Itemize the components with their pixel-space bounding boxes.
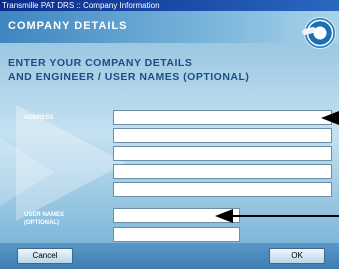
instruction-line-2: AND ENGINEER / USER NAMES (OPTIONAL) — [8, 71, 250, 83]
user-names-arrow-line — [232, 215, 339, 217]
header-banner: COMPANY DETAILS — [0, 11, 339, 43]
decorative-chevron — [16, 105, 126, 221]
life-ring-logo-icon — [304, 17, 336, 49]
cancel-button[interactable]: Cancel — [17, 248, 73, 264]
company-information-window: Transmille PAT DRS :: Company Informatio… — [0, 0, 339, 269]
window-titlebar[interactable]: Transmille PAT DRS :: Company Informatio… — [0, 0, 339, 11]
address-line-4-input[interactable] — [114, 169, 331, 182]
address-arrow-icon — [321, 111, 339, 125]
user-names-arrow-icon — [215, 209, 233, 223]
address-label: ADDRESS — [24, 115, 54, 121]
user-names-label-line-2: (OPTIONAL) — [24, 220, 59, 226]
user-name-2-field[interactable] — [113, 227, 240, 245]
address-line-2-input[interactable] — [114, 133, 331, 146]
instruction-line-1: ENTER YOUR COMPANY DETAILS — [8, 57, 193, 69]
address-line-2-field[interactable] — [113, 128, 332, 146]
address-line-3-input[interactable] — [114, 151, 331, 164]
address-line-5-field[interactable] — [113, 182, 332, 200]
window-title: Transmille PAT DRS :: Company Informatio… — [2, 1, 160, 10]
address-line-1-field[interactable] — [113, 110, 332, 128]
user-names-label-line-1: USER NAMES — [24, 212, 65, 218]
address-line-1-input[interactable] — [114, 115, 331, 128]
ok-button[interactable]: OK — [269, 248, 325, 264]
address-line-3-field[interactable] — [113, 146, 332, 164]
address-line-4-field[interactable] — [113, 164, 332, 182]
address-line-5-input[interactable] — [114, 187, 331, 200]
page-title: COMPANY DETAILS — [8, 20, 128, 32]
